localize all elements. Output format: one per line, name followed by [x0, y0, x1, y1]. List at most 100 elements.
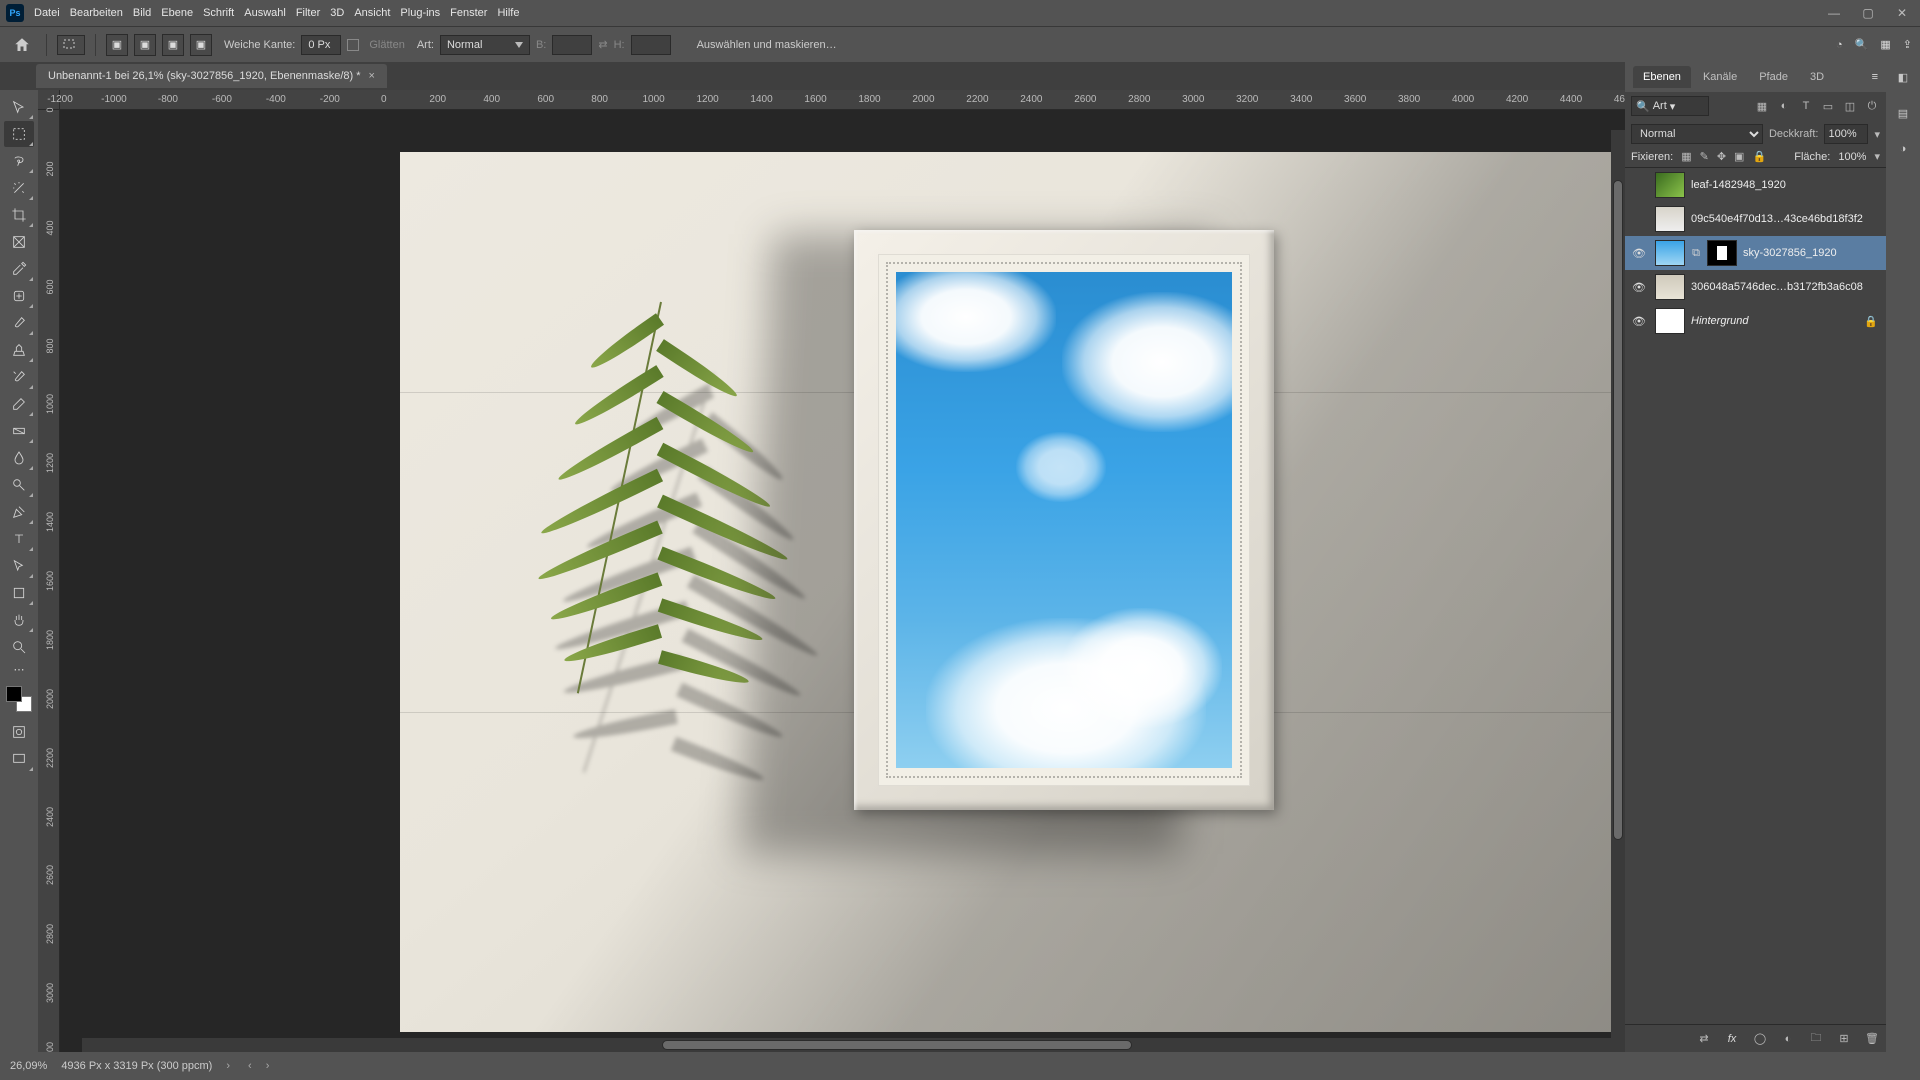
healing-brush-tool[interactable] — [4, 283, 34, 309]
ruler-horizontal[interactable]: -1200-1000-800-600-400-20002004006008001… — [60, 90, 1625, 110]
canvas-vscrollbar[interactable] — [1611, 130, 1625, 1038]
tool-preset-dropdown[interactable] — [57, 35, 85, 55]
lock-position-icon[interactable]: ✥ — [1717, 150, 1726, 163]
eraser-tool[interactable] — [4, 391, 34, 417]
layer-visibility-icon[interactable]: 👁 — [1629, 281, 1649, 294]
tab-3d[interactable]: 3D — [1800, 66, 1834, 88]
layer-thumbnail[interactable] — [1655, 274, 1685, 300]
filter-adjust-icon[interactable]: ◐ — [1776, 98, 1792, 114]
layer-mask-thumbnail[interactable] — [1707, 240, 1737, 266]
filter-shape-icon[interactable]: ▭ — [1820, 98, 1836, 114]
tab-pfade[interactable]: Pfade — [1749, 66, 1798, 88]
quickmask-icon[interactable] — [4, 719, 34, 745]
lock-pixels-icon[interactable]: ✎ — [1700, 150, 1709, 163]
layer-row[interactable]: 👁 306048a5746dec…b3172fb3a6c08 — [1625, 270, 1886, 304]
window-maximize-icon[interactable]: ▢ — [1856, 6, 1880, 20]
menu-3d[interactable]: 3D — [330, 7, 344, 19]
selection-new-icon[interactable]: ▣ — [106, 34, 128, 56]
layer-row[interactable]: 👁Hintergrund🔒 — [1625, 304, 1886, 338]
history-brush-tool[interactable] — [4, 364, 34, 390]
menu-fenster[interactable]: Fenster — [450, 7, 487, 19]
layer-row[interactable]: leaf-1482948_1920 — [1625, 168, 1886, 202]
type-tool[interactable] — [4, 526, 34, 552]
new-adjustment-icon[interactable]: ◐ — [1780, 1033, 1796, 1045]
ruler-vertical[interactable]: 0200400600800100012001400160018002000220… — [38, 110, 60, 1052]
layer-visibility-icon[interactable]: 👁 — [1629, 247, 1649, 260]
layer-visibility-icon[interactable]: 👁 — [1629, 315, 1649, 328]
zoom-tool[interactable] — [4, 634, 34, 660]
window-minimize-icon[interactable]: — — [1822, 6, 1846, 20]
lock-transparency-icon[interactable]: ▦ — [1681, 150, 1691, 163]
panel-color-icon[interactable]: ◧ — [1892, 66, 1914, 88]
new-layer-icon[interactable]: ⊞ — [1836, 1032, 1852, 1045]
screenmode-icon[interactable] — [4, 746, 34, 772]
home-icon[interactable] — [8, 31, 36, 59]
filter-smart-icon[interactable]: ◫ — [1842, 98, 1858, 114]
edit-toolbar-icon[interactable]: ⋯ — [4, 661, 34, 677]
menu-ebene[interactable]: Ebene — [161, 7, 193, 19]
menu-hilfe[interactable]: Hilfe — [497, 7, 519, 19]
menu-filter[interactable]: Filter — [296, 7, 320, 19]
layer-name[interactable]: 09c540e4f70d13…43ce46bd18f3f2 — [1691, 213, 1882, 225]
tab-ebenen[interactable]: Ebenen — [1633, 66, 1691, 88]
path-selection-tool[interactable] — [4, 553, 34, 579]
eyedropper-tool[interactable] — [4, 256, 34, 282]
clone-stamp-tool[interactable] — [4, 337, 34, 363]
magic-wand-tool[interactable] — [4, 175, 34, 201]
search-icon[interactable]: 🔍 — [1855, 38, 1869, 51]
filter-toggle-icon[interactable]: ⏻ — [1864, 98, 1880, 114]
layer-filter-kind[interactable]: 🔍 Art ▾ — [1631, 96, 1709, 116]
select-and-mask-button[interactable]: Auswählen und maskieren… — [697, 39, 837, 51]
menu-bearbeiten[interactable]: Bearbeiten — [70, 7, 123, 19]
pen-tool[interactable] — [4, 499, 34, 525]
hand-tool[interactable] — [4, 607, 34, 633]
close-tab-icon[interactable]: × — [369, 70, 375, 82]
layer-name[interactable]: Hintergrund — [1691, 315, 1858, 327]
menu-bild[interactable]: Bild — [133, 7, 151, 19]
layer-name[interactable]: 306048a5746dec…b3172fb3a6c08 — [1691, 281, 1882, 293]
workspace-icon[interactable]: ▦ — [1880, 38, 1890, 51]
fill-input[interactable]: 100% — [1838, 151, 1866, 163]
panel-properties-icon[interactable]: ◑ — [1892, 138, 1914, 160]
layer-thumbnail[interactable] — [1655, 206, 1685, 232]
panel-menu-icon[interactable]: ≡ — [1872, 71, 1878, 83]
document-tab[interactable]: Unbenannt-1 bei 26,1% (sky-3027856_1920,… — [36, 64, 387, 88]
shape-tool[interactable] — [4, 580, 34, 606]
move-tool[interactable] — [4, 94, 34, 120]
blend-mode-select[interactable]: Normal — [1631, 124, 1763, 144]
brush-tool[interactable] — [4, 310, 34, 336]
doc-dimensions[interactable]: 4936 Px x 3319 Px (300 ppcm) — [61, 1060, 212, 1072]
add-mask-icon[interactable]: ◯ — [1752, 1032, 1768, 1045]
gradient-tool[interactable] — [4, 418, 34, 444]
tab-kanaele[interactable]: Kanäle — [1693, 66, 1747, 88]
menu-datei[interactable]: Datei — [34, 7, 60, 19]
layer-row[interactable]: 👁⧉sky-3027856_1920 — [1625, 236, 1886, 270]
feather-input[interactable]: 0 Px — [301, 35, 341, 55]
new-group-icon[interactable]: 🗀 — [1808, 1029, 1824, 1048]
filter-type-icon[interactable]: T — [1798, 98, 1814, 114]
dodge-tool[interactable] — [4, 472, 34, 498]
selection-add-icon[interactable]: ▣ — [134, 34, 156, 56]
frame-tool[interactable] — [4, 229, 34, 255]
link-layers-icon[interactable]: ⇄ — [1696, 1032, 1712, 1045]
layer-thumbnail[interactable] — [1655, 308, 1685, 334]
color-swatch[interactable] — [6, 686, 32, 712]
opacity-chevron-icon[interactable]: ▾ — [1874, 128, 1880, 141]
lasso-tool[interactable] — [4, 148, 34, 174]
menu-auswahl[interactable]: Auswahl — [244, 7, 286, 19]
lock-artboard-icon[interactable]: ▣ — [1734, 150, 1744, 163]
layer-thumbnail[interactable] — [1655, 240, 1685, 266]
opacity-input[interactable]: 100% — [1824, 124, 1868, 144]
panel-layers-icon[interactable]: ▤ — [1892, 102, 1914, 124]
blur-tool[interactable] — [4, 445, 34, 471]
navigate-prev-icon[interactable]: ‹ — [248, 1060, 252, 1072]
zoom-level[interactable]: 26,09% — [10, 1060, 47, 1072]
fill-chevron-icon[interactable]: ▾ — [1874, 150, 1880, 163]
menu-ansicht[interactable]: Ansicht — [354, 7, 390, 19]
canvas-hscrollbar[interactable] — [82, 1038, 1625, 1052]
layer-fx-icon[interactable]: fx — [1724, 1033, 1740, 1045]
layer-mask-link-icon[interactable]: ⧉ — [1691, 247, 1701, 260]
menu-plugins[interactable]: Plug-ins — [400, 7, 440, 19]
selection-intersect-icon[interactable]: ▣ — [190, 34, 212, 56]
layer-thumbnail[interactable] — [1655, 172, 1685, 198]
